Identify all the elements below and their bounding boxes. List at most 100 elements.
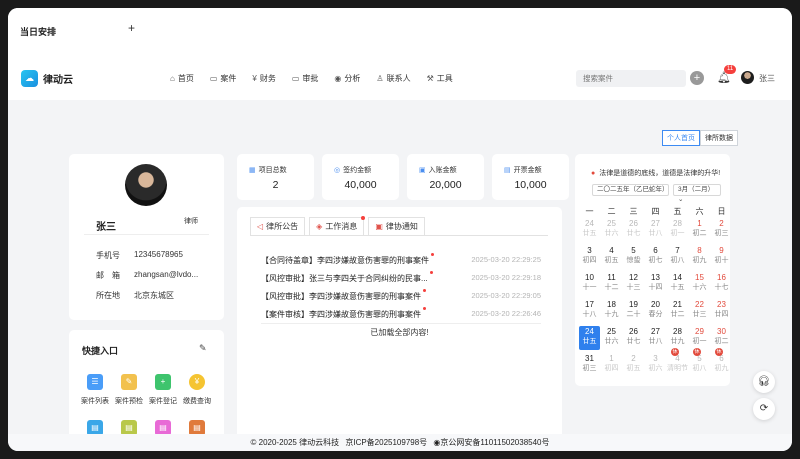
- calendar-day[interactable]: 2 初五: [623, 353, 644, 377]
- calendar-day[interactable]: 26 廿七: [623, 218, 644, 242]
- message-title-text: 【风控审批】李四涉嫌故意伤害罪的刑事案件: [261, 292, 421, 301]
- year-select[interactable]: 二〇二五年（乙巳蛇年）: [592, 184, 669, 196]
- add-schedule-button[interactable]: +: [128, 21, 135, 35]
- calendar-day[interactable]: 1 初二: [689, 218, 710, 242]
- calendar-day[interactable]: 20 春分: [645, 299, 666, 323]
- nav-item-analysis[interactable]: ◉ 分析: [334, 70, 360, 87]
- nav-item-contacts[interactable]: ♙ 联系人: [376, 70, 410, 87]
- stat-card-invoice[interactable]: ▤ 开票金额 10,000: [492, 154, 569, 200]
- headset-icon[interactable]: 🎧︎: [753, 371, 775, 393]
- schedule-title: 当日安排: [20, 27, 57, 37]
- calendar-day[interactable]: 23 廿四: [711, 299, 732, 323]
- nav-item-finance[interactable]: ¥ 财务: [252, 70, 275, 87]
- calendar-day[interactable]: 17 十八: [579, 299, 600, 323]
- message-row[interactable]: 【合同待盖章】李四涉嫌故意伤害罪的刑事案件 2025-03-20 22:29:25: [261, 253, 541, 269]
- tab-firm-data[interactable]: 律所数据: [700, 130, 738, 146]
- avatar[interactable]: [741, 71, 754, 84]
- calendar-day[interactable]: 30 初二: [711, 326, 732, 350]
- brand[interactable]: ☁ 律动云: [21, 70, 73, 87]
- calendar-day[interactable]: 25 廿六: [601, 326, 622, 350]
- calendar-day[interactable]: 5 惊蛰: [623, 245, 644, 269]
- bell-icon: ●: [591, 169, 596, 177]
- day-number: 20: [651, 300, 660, 309]
- calendar-day[interactable]: 26 廿七: [623, 326, 644, 350]
- slogan-text: 法律是道德的底线，道德是法律的升华!: [599, 170, 721, 177]
- stat-value: 20,000: [429, 179, 462, 191]
- message-row[interactable]: 【案件审核】李四涉嫌故意伤害罪的刑事案件 2025-03-20 22:26:46: [261, 307, 541, 323]
- refresh-icon[interactable]: ⟳: [753, 398, 775, 420]
- lunar-date: 初七: [648, 257, 663, 264]
- user-name[interactable]: 张三: [759, 73, 775, 84]
- nav-item-approval[interactable]: ▭ 审批: [292, 70, 319, 87]
- message-date: 2025-03-20 22:26:46: [471, 309, 541, 318]
- day-number: 2: [719, 219, 724, 228]
- calendar-day[interactable]: 25 廿六: [601, 218, 622, 242]
- stat-card-contract[interactable]: ◎ 签约金额 40,000: [322, 154, 399, 200]
- calendar-day[interactable]: 10 十一: [579, 272, 600, 296]
- nav-item-home[interactable]: ⌂ 首页: [170, 70, 194, 87]
- lunar-date: 初六: [648, 365, 663, 372]
- calendar-day[interactable]: 14 十五: [667, 272, 688, 296]
- day-number: 27: [651, 219, 660, 228]
- message-row[interactable]: 【风控审批】李四涉嫌故意伤害罪的刑事案件 2025-03-20 22:29:05: [261, 289, 541, 305]
- footer-police-link[interactable]: 京公网安备11011502038540号: [440, 438, 549, 447]
- calendar-day[interactable]: 8 初九: [689, 245, 710, 269]
- calendar-day[interactable]: 6 初九: [711, 353, 732, 377]
- stat-card-projects[interactable]: ▦ 项目总数 2: [237, 154, 314, 200]
- calendar-day[interactable]: 29 初一: [689, 326, 710, 350]
- calendar-day[interactable]: 6 初七: [645, 245, 666, 269]
- tab-firm-announcements[interactable]: ◁ 律所公告: [250, 217, 306, 235]
- message-row[interactable]: 【风控审批】张三与李四关于合同纠纷的民事... 2025-03-20 22:29:…: [261, 271, 541, 287]
- lunar-date: 初九: [692, 257, 707, 264]
- day-number: 15: [695, 273, 704, 282]
- calendar-day[interactable]: 11 十二: [601, 272, 622, 296]
- calendar-day[interactable]: 7 初八: [667, 245, 688, 269]
- calendar-day[interactable]: 1 初四: [601, 353, 622, 377]
- shortcut-case-precheck[interactable]: ✎ 案件预检: [111, 374, 147, 406]
- add-button[interactable]: +: [690, 71, 704, 85]
- calendar-day[interactable]: 16 十七: [711, 272, 732, 296]
- calendar-day[interactable]: 21 廿二: [667, 299, 688, 323]
- tab-personal-home[interactable]: 个人首页: [662, 130, 700, 146]
- nav-item-tools[interactable]: ⚒ 工具: [427, 70, 453, 87]
- info-row-email: 邮 箱 zhangsan@lvdo...: [96, 270, 198, 281]
- info-value: 12345678965: [134, 250, 183, 259]
- nav-item-cases[interactable]: ▭ 案件: [210, 70, 237, 87]
- calendar-day[interactable]: 5 初八: [689, 353, 710, 377]
- month-select[interactable]: 3月（二月） ⌄: [673, 184, 721, 203]
- calendar-day[interactable]: 28 初一: [667, 218, 688, 242]
- calendar-day[interactable]: 3 初四: [579, 245, 600, 269]
- day-number: 2: [631, 354, 636, 363]
- calendar-day[interactable]: 24 廿五: [579, 218, 600, 242]
- calendar-day[interactable]: 13 十四: [645, 272, 666, 296]
- calendar-day[interactable]: 9 初十: [711, 245, 732, 269]
- calendar-day[interactable]: 27 廿八: [645, 326, 666, 350]
- holiday-badge: 休: [693, 348, 701, 356]
- edit-icon[interactable]: ✎: [199, 343, 207, 354]
- calendar-day[interactable]: 18 十九: [601, 299, 622, 323]
- calendar-day[interactable]: 2 初三: [711, 218, 732, 242]
- calendar-day[interactable]: 3 初六: [645, 353, 666, 377]
- calendar-day-today[interactable]: 24 廿五: [579, 326, 600, 350]
- calendar-day[interactable]: 12 十三: [623, 272, 644, 296]
- invoice-icon: ▤: [504, 167, 511, 174]
- stat-card-income[interactable]: ▣ 入账金额 20,000: [407, 154, 484, 200]
- calendar-day[interactable]: 19 二十: [623, 299, 644, 323]
- calendar-day[interactable]: 31 初三: [579, 353, 600, 377]
- unread-dot: [361, 216, 366, 220]
- calendar-day[interactable]: 28 廿九: [667, 326, 688, 350]
- footer: © 2020-2025 律动云科技 京ICP备2025109798号 ◉京公网安…: [8, 434, 792, 451]
- footer-icp-link[interactable]: 京ICP备2025109798号: [345, 438, 427, 447]
- calendar-day[interactable]: 22 廿三: [689, 299, 710, 323]
- calendar-day[interactable]: 4 清明节: [667, 353, 688, 377]
- calendar-day[interactable]: 15 十六: [689, 272, 710, 296]
- calendar-day[interactable]: 4 初五: [601, 245, 622, 269]
- shortcut-case-register[interactable]: + 案件登记: [145, 374, 181, 406]
- calendar-day[interactable]: 27 廿八: [645, 218, 666, 242]
- search-input[interactable]: [576, 70, 686, 87]
- shortcut-case-list[interactable]: ☰ 案件列表: [77, 374, 113, 406]
- calendar-slogan: ● 法律是道德的底线，道德是法律的升华!: [591, 168, 720, 178]
- shortcut-fee-query[interactable]: ¥ 缴费查询: [179, 374, 215, 406]
- tab-bar-notices[interactable]: ▣ 律协通知: [368, 217, 425, 235]
- tab-work-messages[interactable]: ◈ 工作消息: [309, 216, 366, 235]
